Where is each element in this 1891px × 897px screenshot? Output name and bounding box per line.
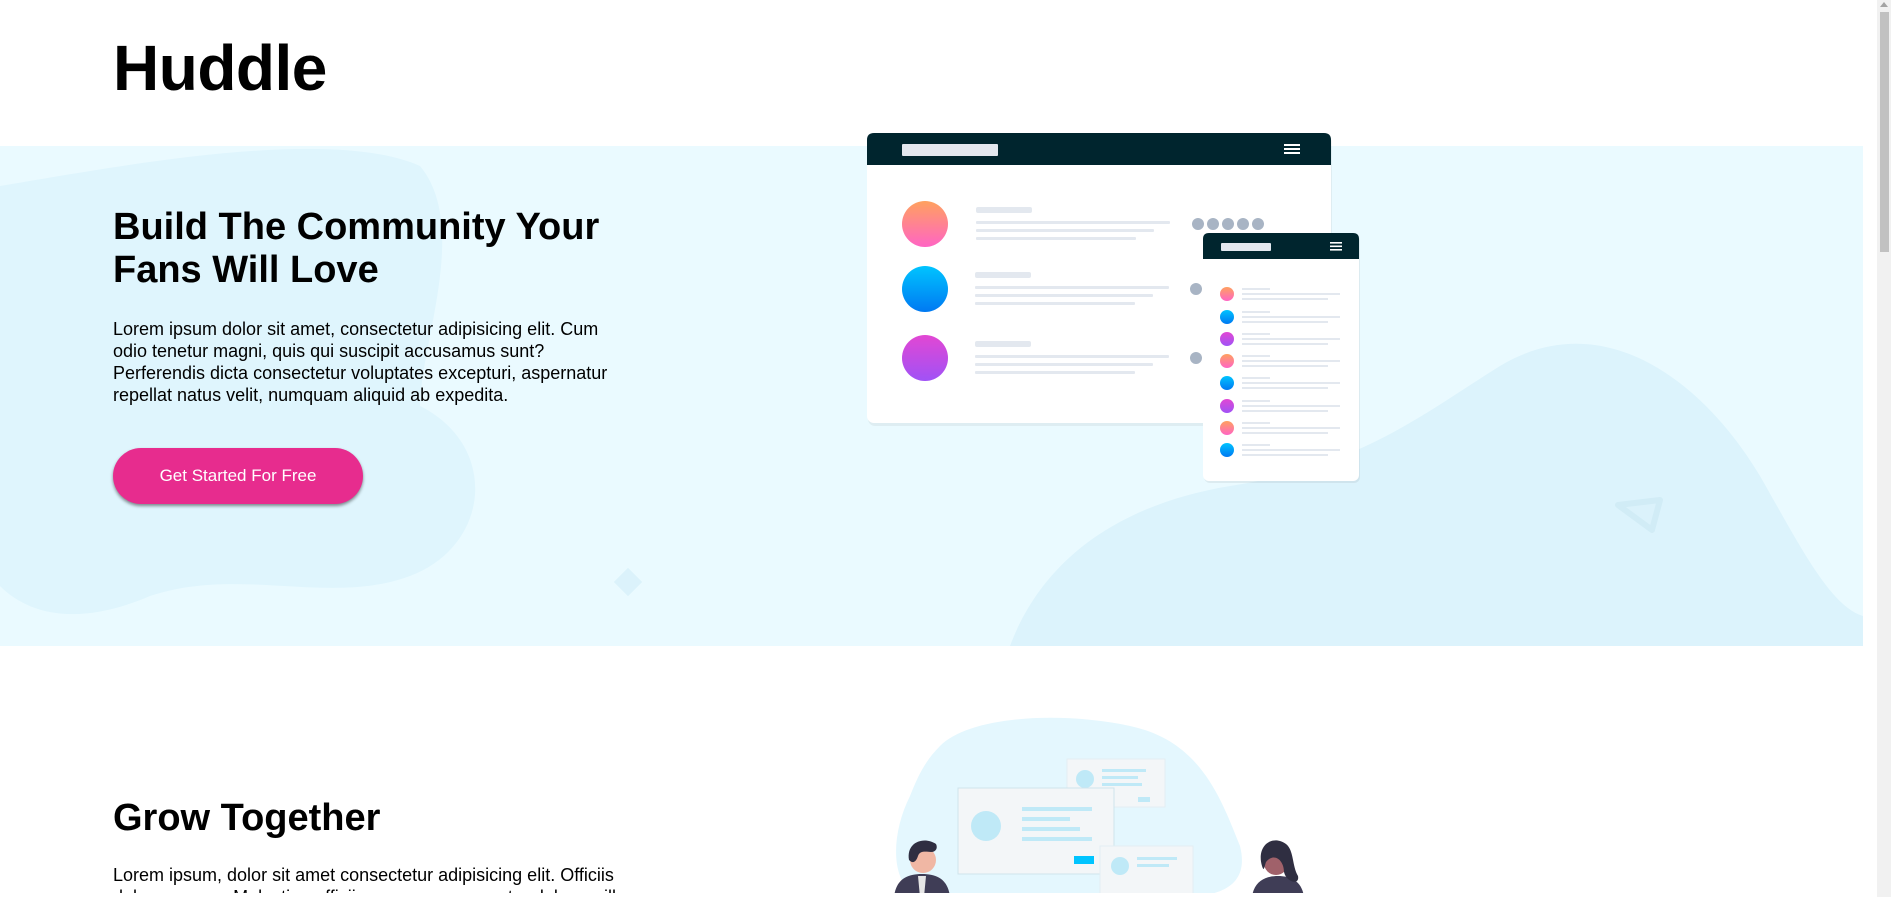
app-mockup-illustration	[867, 133, 1360, 483]
card-back-bottom	[1099, 845, 1194, 893]
hero-diamond-decoration	[613, 567, 643, 597]
brand-logo: Huddle	[113, 32, 327, 104]
vertical-scrollbar-thumb[interactable]	[1880, 12, 1889, 252]
section-description: Lorem ipsum, dolor sit amet consectetur …	[113, 865, 631, 893]
card-front	[957, 787, 1115, 875]
hamburger-menu-icon	[1330, 242, 1342, 251]
hamburger-menu-icon	[1284, 144, 1300, 154]
person-right-figure	[1252, 840, 1304, 893]
scroll-up-arrow-icon[interactable]	[1880, 2, 1888, 7]
mockup-secondary-window	[1203, 233, 1360, 483]
hero-title: Build The Community Your Fans Will Love	[113, 206, 600, 291]
grow-together-illustration	[894, 717, 1304, 893]
get-started-button[interactable]: Get Started For Free	[113, 448, 363, 504]
page: Huddle Build The Community Your Fans Wil…	[0, 0, 1863, 893]
section-title: Grow Together	[113, 797, 381, 839]
hero-description: Lorem ipsum dolor sit amet, consectetur …	[113, 319, 608, 405]
